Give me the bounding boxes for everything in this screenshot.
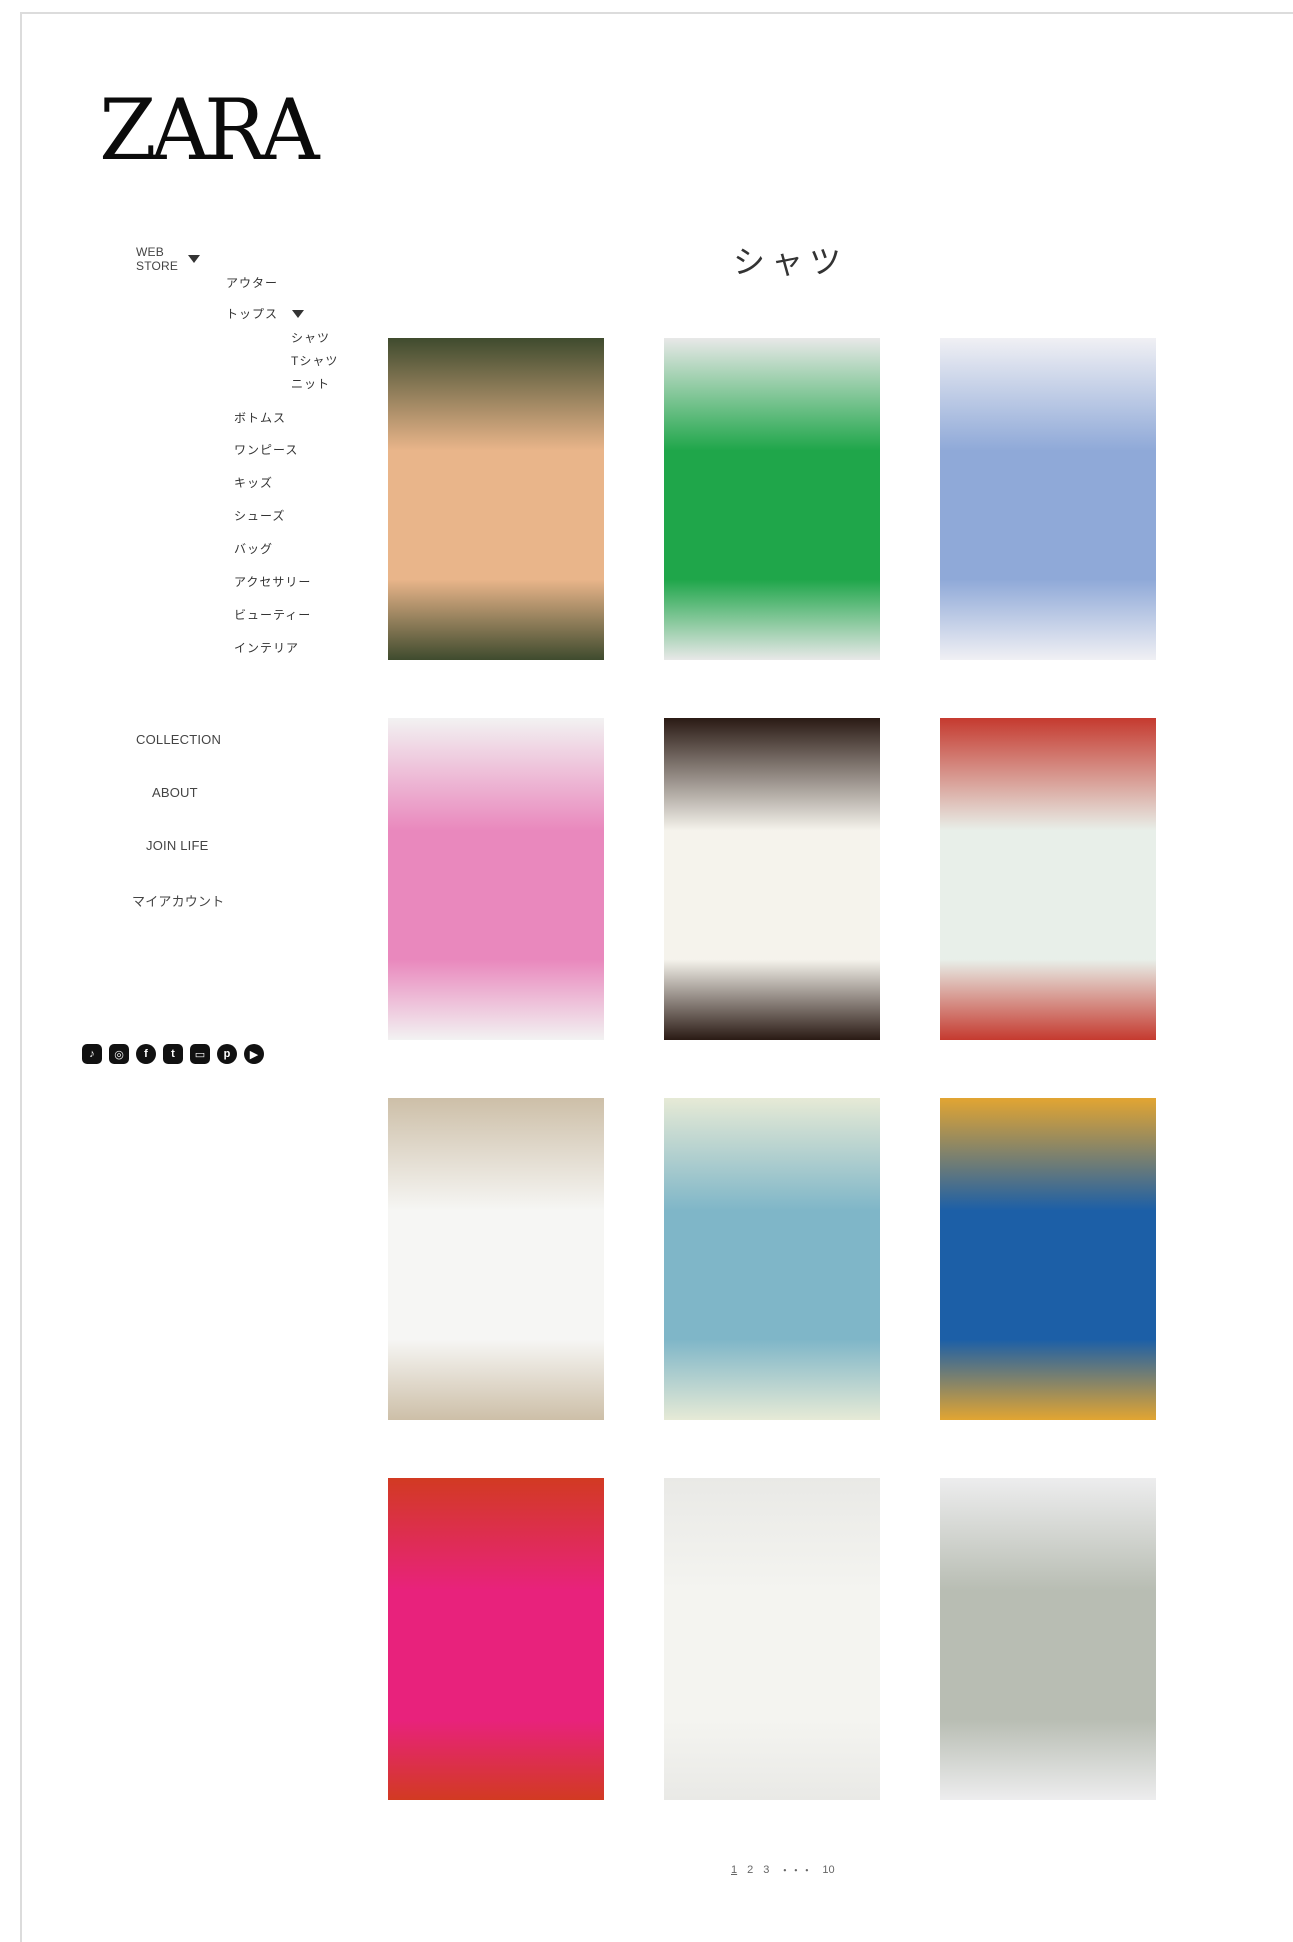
nav-join-life[interactable]: JOIN LIFE <box>146 838 208 853</box>
category-beauty[interactable]: ビューティー <box>234 606 311 623</box>
page-link-2[interactable]: 2 <box>747 1864 753 1876</box>
youtube-icon[interactable]: ▶ <box>244 1044 264 1064</box>
chevron-down-icon <box>292 309 305 318</box>
subcategory-knit[interactable]: ニット <box>291 375 330 392</box>
product-card[interactable] <box>940 1098 1156 1420</box>
nav-about[interactable]: ABOUT <box>152 785 198 800</box>
product-card[interactable] <box>664 1478 880 1800</box>
pagination: 1 2 3 ・・・ 10 <box>731 1862 835 1878</box>
product-card[interactable] <box>388 1478 604 1800</box>
product-card[interactable] <box>388 1098 604 1420</box>
subcategory-shirts[interactable]: シャツ <box>291 329 330 346</box>
product-card[interactable] <box>664 718 880 1040</box>
product-image <box>388 1098 604 1420</box>
product-grid <box>388 338 1156 1800</box>
category-tops[interactable]: トップス <box>226 305 305 322</box>
web-store-menu[interactable]: WEB STORE <box>136 245 201 273</box>
category-bottoms[interactable]: ボトムス <box>234 409 286 426</box>
category-shoes[interactable]: シューズ <box>234 507 285 524</box>
product-card[interactable] <box>940 338 1156 660</box>
product-card[interactable] <box>940 718 1156 1040</box>
category-outer[interactable]: アウター <box>226 274 278 291</box>
category-tops-label: トップス <box>226 307 279 321</box>
product-card[interactable] <box>664 1098 880 1420</box>
nav-my-account[interactable]: マイアカウント <box>132 891 224 910</box>
product-image <box>940 1098 1156 1420</box>
page-title: シャツ <box>733 244 848 280</box>
category-bags[interactable]: バッグ <box>234 540 273 557</box>
line-icon[interactable]: ▭ <box>190 1044 210 1064</box>
product-image <box>664 1098 880 1420</box>
product-image <box>940 1478 1156 1800</box>
product-image <box>664 338 880 660</box>
product-image <box>388 718 604 1040</box>
tiktok-icon[interactable]: ♪ <box>82 1044 102 1064</box>
category-interior[interactable]: インテリア <box>234 639 299 656</box>
product-card[interactable] <box>388 718 604 1040</box>
instagram-icon[interactable]: ◎ <box>109 1044 129 1064</box>
page-link-10[interactable]: 10 <box>822 1864 834 1876</box>
chevron-down-icon <box>188 255 201 263</box>
product-image <box>940 718 1156 1040</box>
nav-collection[interactable]: COLLECTION <box>136 732 221 747</box>
zara-logo[interactable]: ZARA <box>99 88 319 172</box>
category-kids[interactable]: キッズ <box>234 474 273 491</box>
twitter-icon[interactable]: t <box>163 1044 183 1064</box>
product-image <box>388 1478 604 1800</box>
product-image <box>664 718 880 1040</box>
page-link-1[interactable]: 1 <box>731 1864 737 1876</box>
page-link-3[interactable]: 3 <box>763 1864 769 1876</box>
page-ellipsis: ・・・ <box>779 1865 813 1877</box>
product-image <box>388 338 604 660</box>
product-card[interactable] <box>940 1478 1156 1800</box>
subcategory-tshirts[interactable]: Tシャツ <box>291 352 338 369</box>
social-links: ♪ ◎ f t ▭ p ▶ <box>82 1044 264 1064</box>
pinterest-icon[interactable]: p <box>217 1044 237 1064</box>
product-image <box>940 338 1156 660</box>
facebook-icon[interactable]: f <box>136 1044 156 1064</box>
category-dresses[interactable]: ワンピース <box>234 441 298 458</box>
product-card[interactable] <box>664 338 880 660</box>
category-accessories[interactable]: アクセサリー <box>234 573 311 590</box>
product-card[interactable] <box>388 338 604 660</box>
web-store-label: WEB STORE <box>136 245 179 273</box>
product-image <box>664 1478 880 1800</box>
